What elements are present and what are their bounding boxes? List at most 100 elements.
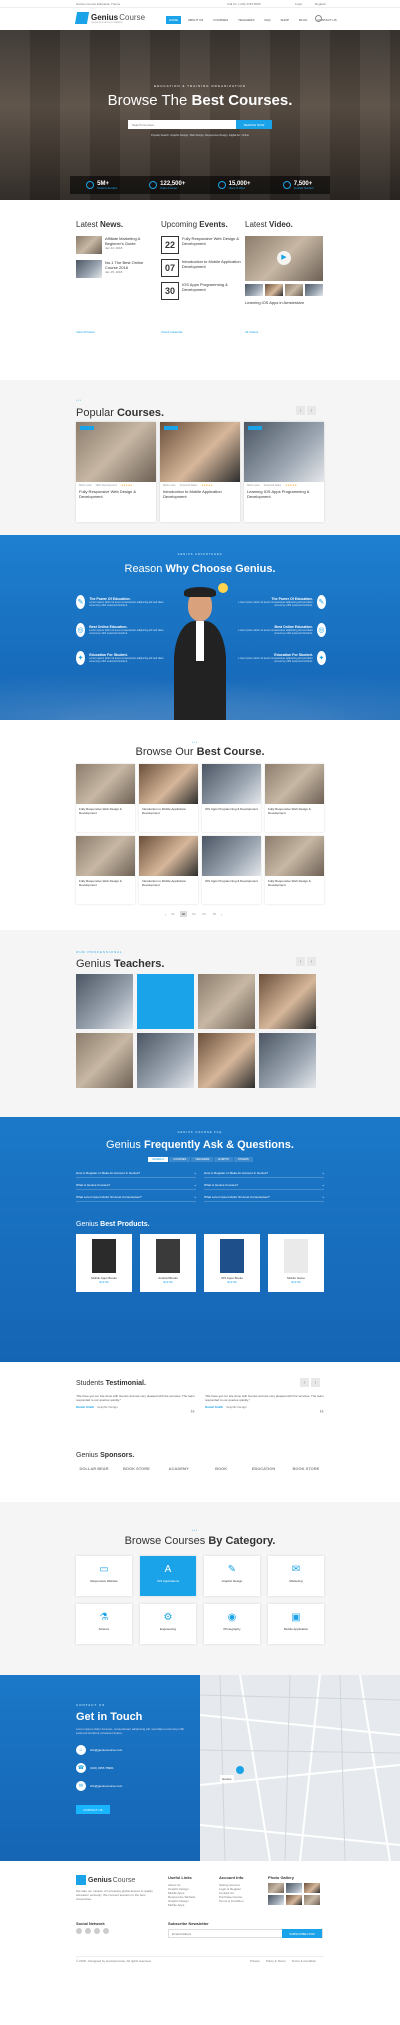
category-card[interactable]: ✎ Graphic Design	[204, 1556, 260, 1596]
category-card[interactable]: ⚙ Engineering	[140, 1604, 196, 1644]
teacher-photo[interactable]	[259, 974, 316, 1029]
faq-question[interactable]: What Lorem Ipsum Dolor Sit Amet Consecte…	[204, 1193, 324, 1202]
nav-item-teachers[interactable]: TEACHERS	[235, 16, 257, 24]
search-icon[interactable]	[315, 15, 322, 22]
next-arrow-icon[interactable]: ›	[316, 1025, 324, 1033]
faq-question[interactable]: What is Genius Courses? +	[76, 1181, 196, 1190]
sponsor-logo[interactable]: BOOK STORE	[288, 1466, 324, 1471]
category-card[interactable]: A IOS Applications	[140, 1556, 196, 1596]
gallery-photo[interactable]	[304, 1883, 320, 1893]
sponsor-logo[interactable]: ACADEMY	[161, 1466, 197, 1471]
gallery-photo[interactable]	[286, 1895, 302, 1905]
all-videos-link[interactable]: All Videos	[245, 330, 258, 334]
teacher-photo[interactable]	[259, 1033, 316, 1088]
video-thumb[interactable]	[245, 284, 263, 296]
product-card[interactable]: IOS Apps Books $12.99	[204, 1234, 260, 1292]
hero-search-input[interactable]	[128, 120, 236, 129]
faq-tab-teachers[interactable]: TEACHERS	[191, 1157, 214, 1162]
linkedin-icon[interactable]	[103, 1928, 109, 1934]
teacher-photo[interactable]	[137, 1033, 194, 1088]
next-arrow-icon[interactable]: ›	[311, 1378, 320, 1387]
nav-item-faq[interactable]: FAQ	[261, 16, 273, 24]
teacher-photo[interactable]	[198, 974, 255, 1029]
sponsor-logo[interactable]: EDUCATION	[246, 1466, 282, 1471]
sponsor-logo[interactable]: BOOK	[203, 1466, 239, 1471]
video-thumbnail[interactable]: ▶	[245, 236, 323, 281]
gallery-photo[interactable]	[268, 1895, 284, 1905]
nav-item-home[interactable]: HOME	[166, 16, 181, 24]
best-course-card[interactable]: IOS Apps Programming & Development	[202, 836, 261, 904]
best-course-card[interactable]: Fully Responsive Web Design & Developmen…	[265, 764, 324, 832]
check-calendar-link[interactable]: Check Calendar	[161, 330, 183, 334]
sponsor-logo[interactable]: DOLLAR BEAR	[76, 1466, 112, 1471]
map[interactable]: Genius	[199, 1674, 400, 1862]
event-item[interactable]: 30 IOS Apps Programming & Development	[161, 282, 241, 300]
footer-bottom-link[interactable]: Policy & Terms	[266, 1959, 286, 1963]
page-number[interactable]: 03	[190, 911, 197, 917]
product-card[interactable]: Mobile Apps Books $12.99	[76, 1234, 132, 1292]
footer-link[interactable]: Terms & Condition	[219, 1899, 244, 1903]
faq-question[interactable]: How to Register or Make An Account in Ge…	[204, 1169, 324, 1178]
category-card[interactable]: ▣ Mobile Application	[268, 1604, 324, 1644]
nav-item-courses[interactable]: COURSES	[210, 16, 231, 24]
page-number[interactable]: 04	[200, 911, 207, 917]
facebook-icon[interactable]	[76, 1928, 82, 1934]
teacher-photo[interactable]	[76, 1033, 133, 1088]
product-card[interactable]: Mobile Game $12.99	[268, 1234, 324, 1292]
course-card[interactable]: Mark Lowe Financial Sales ★★★★★ Learning IO…	[244, 422, 324, 522]
best-course-card[interactable]: Fully Responsive Web Design & Developmen…	[76, 764, 135, 832]
news-item[interactable]: No.1 The Best Online Course 2018 Jan 15, …	[76, 260, 156, 278]
category-card[interactable]: ✉ Marketing	[268, 1556, 324, 1596]
next-arrow-icon[interactable]: ›	[307, 406, 316, 415]
course-card[interactable]: Mark Lowe Financial Sales ★★★★★ Introductio…	[160, 422, 240, 522]
prev-arrow-icon[interactable]: ‹	[296, 406, 305, 415]
faq-question[interactable]: What Lorem Ipsum Dolor Sit Amet Consecte…	[76, 1193, 196, 1202]
faq-tab-events[interactable]: EVENTS	[214, 1157, 233, 1162]
best-course-card[interactable]: Fully Responsive Web Design & Developmen…	[76, 836, 135, 904]
category-card[interactable]: ◉ Photography	[204, 1604, 260, 1644]
view-all-news-link[interactable]: View All News	[76, 330, 95, 334]
best-course-card[interactable]: Introduction to Mobile Application Devel…	[139, 836, 198, 904]
product-card[interactable]: Android Books $12.99	[140, 1234, 196, 1292]
sponsor-logo[interactable]: BOOK STORE	[118, 1466, 154, 1471]
next-page-icon[interactable]: ›	[221, 912, 222, 917]
search-now-button[interactable]: SEARCH NOW	[236, 120, 272, 129]
faq-tab-courses[interactable]: COURSES	[169, 1157, 191, 1162]
newsletter-email-input[interactable]	[169, 1930, 282, 1937]
prev-page-icon[interactable]: ‹	[165, 912, 166, 917]
teacher-photo[interactable]	[137, 974, 194, 1029]
gallery-photo[interactable]	[268, 1883, 284, 1893]
best-course-card[interactable]: Introduction to Mobile Application Devel…	[139, 764, 198, 832]
nav-item-shop[interactable]: SHOP	[277, 16, 292, 24]
page-number[interactable]: 05	[211, 911, 218, 917]
nav-item-blog[interactable]: BLOG	[296, 16, 310, 24]
faq-tab-general[interactable]: GENERAL	[148, 1157, 169, 1162]
logo[interactable]: Genius Course ONLINE EDUCATION & TRAININ…	[74, 12, 145, 24]
footer-link[interactable]: Mobile Apps	[168, 1903, 195, 1907]
news-item[interactable]: Affiliate Marketing A Beginner's Guide Ja…	[76, 236, 156, 254]
course-card[interactable]: Mark Lowe Web Development ★★★★★ Fully Respo…	[76, 422, 156, 522]
gallery-photo[interactable]	[286, 1883, 302, 1893]
footer-logo[interactable]: Genius Course	[76, 1875, 135, 1885]
page-number[interactable]: 01	[169, 911, 176, 917]
gallery-photo[interactable]	[304, 1895, 320, 1905]
contact-us-button[interactable]: CONTACT US	[76, 1805, 110, 1814]
page-number[interactable]: 02	[179, 911, 188, 917]
nav-item-about-us[interactable]: ABOUT US	[185, 16, 206, 24]
footer-bottom-link[interactable]: Terms & Condition	[292, 1959, 317, 1963]
faq-question[interactable]: What is Genius Courses? +	[204, 1181, 324, 1190]
subscribe-button[interactable]: SUBSCRIBE NOW	[282, 1929, 322, 1938]
prev-arrow-icon[interactable]: ‹	[300, 1378, 309, 1387]
register-link[interactable]: Register	[315, 2, 326, 6]
twitter-icon[interactable]	[85, 1928, 91, 1934]
video-thumb[interactable]	[285, 284, 303, 296]
login-link[interactable]: Login	[295, 2, 302, 6]
google-icon[interactable]	[94, 1928, 100, 1934]
best-course-card[interactable]: IOS Apps Programming & Development	[202, 764, 261, 832]
category-card[interactable]: ⚗ Science	[76, 1604, 132, 1644]
teacher-photo[interactable]	[198, 1033, 255, 1088]
next-arrow-icon[interactable]: ›	[307, 957, 316, 966]
video-thumb[interactable]	[265, 284, 283, 296]
faq-question[interactable]: How to Register or Make An Account in Ge…	[76, 1169, 196, 1178]
event-item[interactable]: 07 Introduction to Mobile Application Dev…	[161, 259, 241, 277]
